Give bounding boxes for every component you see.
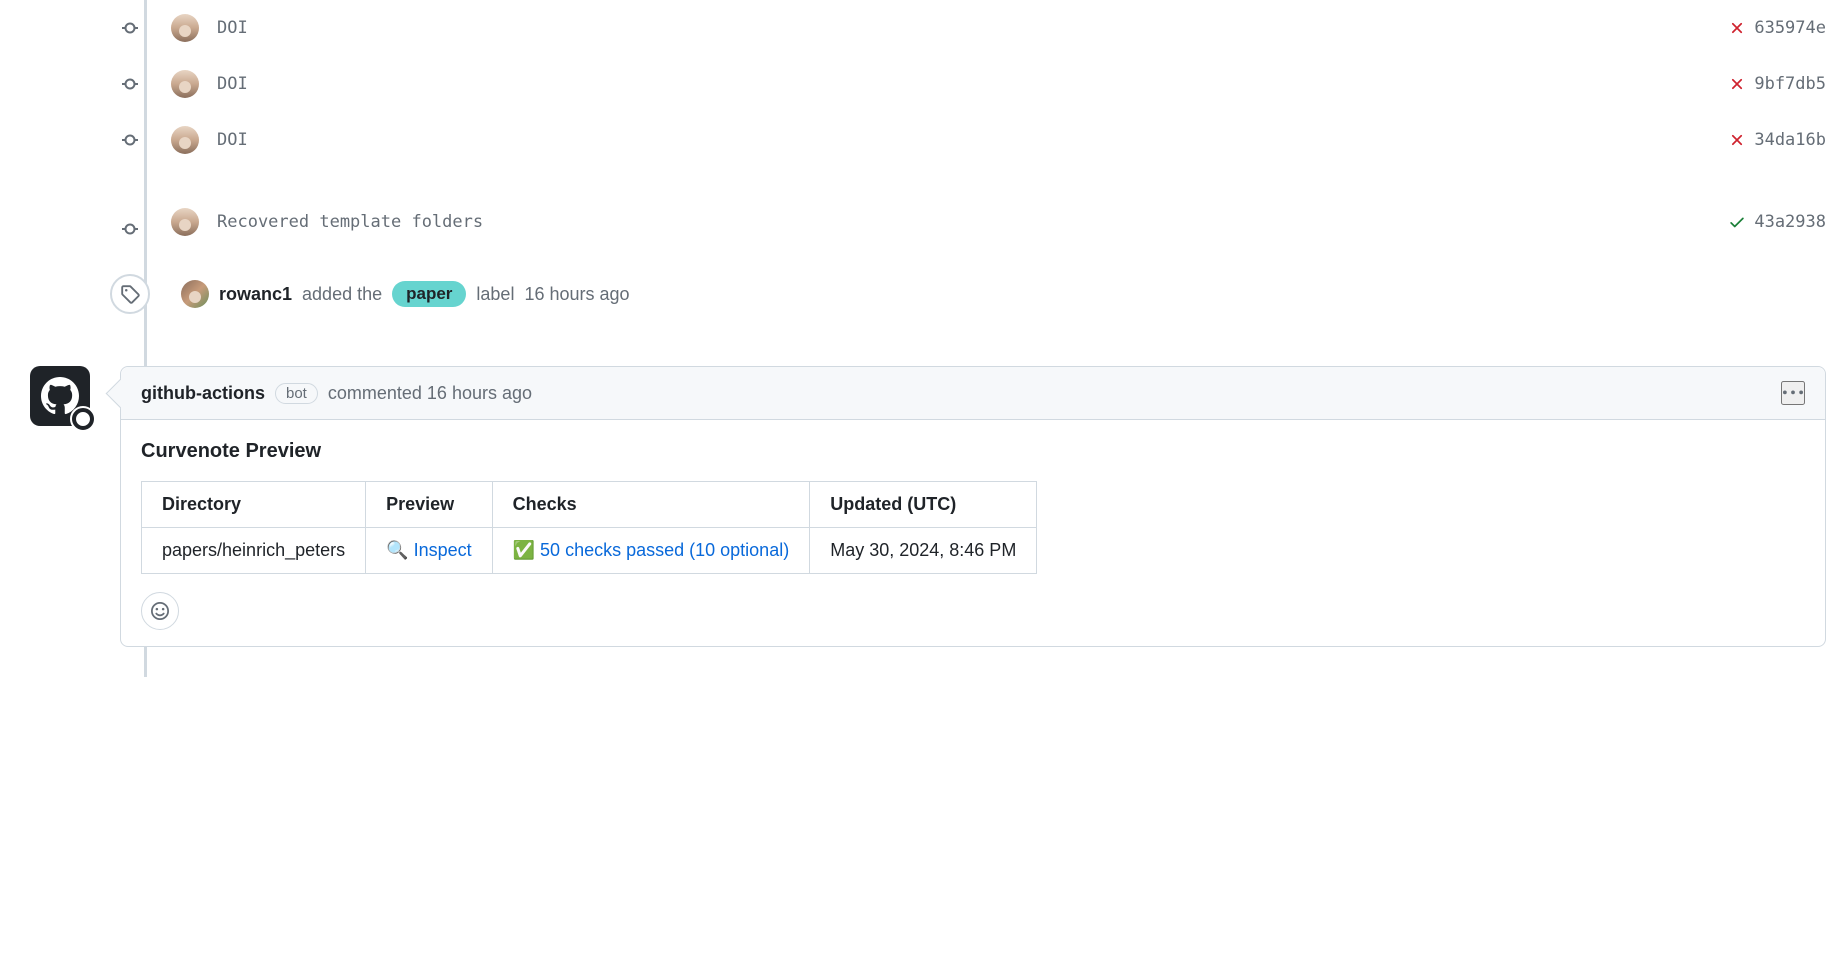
status-pass-icon[interactable] <box>1728 213 1746 231</box>
status-fail-icon[interactable] <box>1728 75 1746 93</box>
inspect-link[interactable]: Inspect <box>414 540 472 560</box>
tag-icon <box>110 274 150 314</box>
commit-row: Recovered template folders 43a2938 <box>127 168 1826 250</box>
avatar[interactable] <box>171 70 199 98</box>
commit-row: DOI 635974e <box>127 0 1826 56</box>
add-reaction-button[interactable] <box>141 592 179 630</box>
commit-message[interactable]: DOI <box>217 74 1728 94</box>
comment: github-actions bot commented 16 hours ag… <box>30 366 1826 647</box>
cell-updated: May 30, 2024, 8:46 PM <box>810 528 1037 574</box>
comment-author[interactable]: github-actions <box>141 383 265 404</box>
commit-message[interactable]: Recovered template folders <box>217 212 1728 232</box>
kebab-menu-button[interactable] <box>1781 381 1805 405</box>
avatar[interactable] <box>171 14 199 42</box>
commit-message[interactable]: DOI <box>217 130 1728 150</box>
avatar[interactable] <box>171 208 199 236</box>
cell-preview: 🔍 Inspect <box>366 528 492 574</box>
timeline-tail <box>127 647 1826 677</box>
avatar[interactable] <box>171 126 199 154</box>
status-fail-icon[interactable] <box>1728 131 1746 149</box>
preview-table: Directory Preview Checks Updated (UTC) p… <box>141 481 1037 574</box>
label-event: rowanc1 added the paper label 16 hours a… <box>127 250 1826 338</box>
timeline: DOI 635974e DOI 9bf7db5 DOI <box>0 0 1842 677</box>
commit-message[interactable]: DOI <box>217 18 1728 38</box>
event-action-suffix: label <box>476 284 514 305</box>
comment-heading: Curvenote Preview <box>141 440 1805 463</box>
magnifier-icon: 🔍 <box>386 540 408 560</box>
comment-header: github-actions bot commented 16 hours ag… <box>121 367 1825 420</box>
comment-time[interactable]: 16 hours ago <box>427 383 532 403</box>
commit-sha[interactable]: 9bf7db5 <box>1754 74 1826 94</box>
th-checks: Checks <box>492 482 810 528</box>
table-row: papers/heinrich_peters 🔍 Inspect ✅ 50 ch… <box>142 528 1037 574</box>
label-pill[interactable]: paper <box>392 281 466 307</box>
commit-node-icon <box>122 132 138 148</box>
cell-checks: ✅ 50 checks passed (10 optional) <box>492 528 810 574</box>
event-time[interactable]: 16 hours ago <box>524 284 629 305</box>
bot-label: bot <box>275 383 318 404</box>
checks-link[interactable]: 50 checks passed (10 optional) <box>540 540 789 560</box>
commit-sha[interactable]: 635974e <box>1754 18 1826 38</box>
cell-directory: papers/heinrich_peters <box>142 528 366 574</box>
commit-sha[interactable]: 43a2938 <box>1754 212 1826 232</box>
checkmark-icon: ✅ <box>513 540 535 560</box>
commit-node-icon <box>122 221 138 237</box>
comment-meta-prefix: commented <box>328 383 422 403</box>
bot-badge-icon <box>70 406 96 432</box>
commit-sha[interactable]: 34da16b <box>1754 130 1826 150</box>
commit-node-icon <box>122 76 138 92</box>
comment-body: Curvenote Preview Directory Preview Chec… <box>121 420 1825 646</box>
commit-node-icon <box>122 20 138 36</box>
th-updated: Updated (UTC) <box>810 482 1037 528</box>
status-fail-icon[interactable] <box>1728 19 1746 37</box>
th-preview: Preview <box>366 482 492 528</box>
avatar[interactable] <box>181 280 209 308</box>
th-directory: Directory <box>142 482 366 528</box>
commit-row: DOI 9bf7db5 <box>127 56 1826 112</box>
commit-row: DOI 34da16b <box>127 112 1826 168</box>
event-actor[interactable]: rowanc1 <box>219 284 292 305</box>
github-actions-avatar[interactable] <box>30 366 90 426</box>
event-action-prefix: added the <box>302 284 382 305</box>
